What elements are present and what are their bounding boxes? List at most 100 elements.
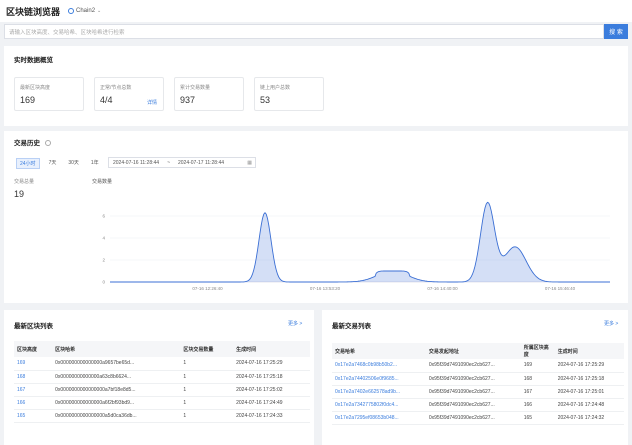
cell-block-height: 166 (520, 398, 555, 412)
cell-block-height[interactable]: 169 (14, 357, 53, 371)
cell-time: 2024-07-16 17:25:29 (554, 359, 624, 373)
blocks-title: 最新区块列表 (14, 323, 53, 330)
x-tick-label: 07-16 13:53:20 (310, 286, 341, 291)
cell-block-height: 169 (520, 359, 555, 373)
table-row: 168 0x00000000000000a63c8b6624... 1 2024-07… (14, 370, 310, 384)
cell-sender: 0x95f39d7491090ec2cb627... (425, 359, 521, 373)
cell-block-height: 167 (520, 385, 555, 399)
col-block-hash: 区块哈希 (52, 341, 181, 357)
stat-users: 链上用户总数 53 (254, 77, 324, 111)
cell-time: 2024-07-16 17:25:18 (233, 370, 310, 384)
series-line (110, 201, 610, 283)
nodes-detail-link[interactable]: 详情 (147, 99, 157, 106)
x-tick-label: 07-16 12:26:40 (192, 286, 223, 291)
col-time: 生成时间 (554, 343, 624, 359)
table-row: 0x17e2a7468c0b98b50b2... 0x95f39d7491090e… (332, 359, 624, 373)
cell-tx-count: 1 (180, 383, 234, 397)
cell-sender: 0x95f39d7491090ec2cb627... (425, 398, 521, 412)
stat-value: 937 (180, 95, 196, 105)
cell-block-height: 168 (520, 372, 555, 386)
stat-latest-block: 最新区块高度 169 (14, 77, 84, 111)
top-bar: 区块链浏览器 Chain2 ⌄ (0, 0, 632, 22)
table-row: 166 0x000000000000000a6f2bf93bd9... 1 2024-… (14, 396, 310, 410)
tx-count-label: 交易总量 (14, 179, 35, 185)
stat-label: 累计交易数量 (180, 85, 211, 91)
table-row: 165 0x0000000000000000a5d0ca36db... 1 2024-… (14, 409, 310, 423)
history-title-text: 交易历史 (14, 140, 40, 147)
period-tabs: 24小时 7天 30天 1年 (16, 158, 102, 169)
tab-24h[interactable]: 24小时 (16, 158, 40, 169)
table-row: 167 0x0000000000000000a7bf18e8d5... 1 2024-… (14, 383, 310, 397)
cell-block-hash: 0x000000000000000a9657be65d... (52, 357, 181, 371)
cell-time: 2024-07-16 17:25:18 (554, 372, 624, 386)
stat-label: 最新区块高度 (20, 85, 51, 91)
chevron-down-icon: ⌄ (97, 8, 102, 14)
cell-sender: 0x95f39d7491090ec2cb627... (425, 385, 521, 399)
tx-history-chart: 0 2 4 6 07-16 12:26:40 07-16 13:53:20 07-16 14… (102, 201, 610, 291)
range-separator: ~ (167, 159, 170, 166)
blocks-table: 区块高度 区块哈希 区块交易数量 生成时间 169 0x0000000000000… (14, 341, 310, 423)
info-icon (44, 140, 51, 147)
txs-table: 交易哈希 交易发起地址 所属区块高度 生成时间 0x17e2a7468c0b98… (332, 343, 624, 425)
cell-tx-hash[interactable]: 0x17e2a7295ef08653b048... (332, 411, 426, 425)
search-bar: 请输入区块高度、交易哈希、区块哈希进行检索 搜 索 (4, 24, 628, 39)
cell-tx-count: 1 (180, 370, 234, 384)
tx-count-value: 19 (14, 189, 25, 199)
chain-icon (68, 8, 75, 14)
table-row: 0x17e2a7295ef08653b048... 0x95f39d7491090… (332, 411, 624, 425)
y-tick-label: 0 (102, 280, 105, 285)
cell-tx-count: 1 (180, 409, 234, 423)
y-tick-label: 4 (102, 236, 105, 241)
stat-nodes: 正常/节点总数 4/4 详情 (94, 77, 164, 111)
y-tick-label: 6 (102, 214, 105, 219)
stat-value: 169 (20, 95, 36, 105)
cell-tx-hash[interactable]: 0x17e2a7468c0b98b50b2... (332, 359, 426, 373)
cell-tx-hash[interactable]: 0x17e2a74402506e0f9685... (332, 372, 426, 386)
stat-label: 链上用户总数 (260, 85, 291, 91)
cell-block-height: 165 (520, 411, 555, 425)
history-title: 交易历史 (14, 137, 51, 147)
search-button[interactable]: 搜 索 (604, 24, 628, 39)
cell-time: 2024-07-16 17:25:01 (554, 385, 624, 399)
cell-block-height[interactable]: 166 (14, 396, 53, 410)
search-input[interactable]: 请输入区块高度、交易哈希、区块哈希进行检索 (4, 24, 604, 39)
table-row: 0x17e2a74402506e0f9685... 0x95f39d7491090… (332, 372, 624, 386)
cell-block-hash: 0x0000000000000000a7bf18e8d5... (52, 383, 181, 397)
cell-block-hash: 0x00000000000000a63c8b6624... (52, 370, 181, 384)
col-tx-count: 区块交易数量 (180, 341, 234, 357)
table-header: 区块高度 区块哈希 区块交易数量 生成时间 (14, 341, 310, 357)
cell-tx-hash[interactable]: 0x17e2a7342775802f0dc4... (332, 398, 426, 412)
table-row: 169 0x000000000000000a9657be65d... 1 2024-0… (14, 357, 310, 371)
cell-time: 2024-07-16 17:24:48 (554, 398, 624, 412)
cell-sender: 0x95f39d7491090ec2cb627... (425, 372, 521, 386)
cell-time: 2024-07-16 17:24:33 (233, 409, 310, 423)
cell-time: 2024-07-16 17:25:29 (233, 357, 310, 371)
chain-name: Chain2 (76, 8, 96, 14)
range-end: 2024-07-17 11:28:44 (177, 159, 225, 166)
col-block-height: 所属区块高度 (520, 343, 555, 359)
cell-block-height[interactable]: 168 (14, 370, 53, 384)
tab-1y[interactable]: 1年 (88, 158, 102, 169)
cell-tx-hash[interactable]: 0x17e2a7402e662578ad9b... (332, 385, 426, 399)
txs-more-link[interactable]: 更多 > (604, 320, 618, 327)
cell-block-height[interactable]: 167 (14, 383, 53, 397)
series-area (110, 202, 610, 282)
tab-7d[interactable]: 7天 (46, 158, 60, 169)
chain-selector[interactable]: Chain2 ⌄ (68, 8, 101, 14)
cell-block-height[interactable]: 165 (14, 409, 53, 423)
stat-label: 正常/节点总数 (100, 85, 132, 91)
tab-30d[interactable]: 30天 (65, 158, 82, 169)
col-time: 生成时间 (233, 341, 310, 357)
y-tick-label: 2 (102, 258, 105, 263)
table-row: 0x17e2a7342775802f0dc4... 0x95f39d7491090… (332, 398, 624, 412)
cell-tx-count: 1 (180, 357, 234, 371)
table-row: 0x17e2a7402e662578ad9b... 0x95f39d7491090… (332, 385, 624, 399)
stat-value: 53 (260, 95, 271, 105)
blocks-more-link[interactable]: 更多 > (288, 320, 302, 327)
x-tick-label: 07-16 14:40:00 (427, 286, 458, 291)
chart-ylabel: 交易数量 (92, 179, 113, 185)
cell-time: 2024-07-16 17:24:32 (554, 411, 624, 425)
date-range-picker[interactable]: 2024-07-16 11:28:44 ~ 2024-07-17 11:28:4… (108, 157, 256, 168)
col-block-height: 区块高度 (14, 341, 53, 357)
cell-tx-count: 1 (180, 396, 234, 410)
